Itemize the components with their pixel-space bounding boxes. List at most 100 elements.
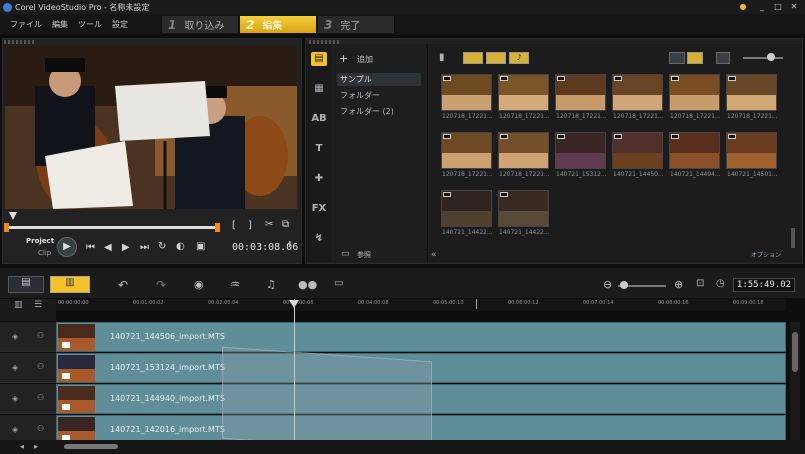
timecode-spinner[interactable]: ⬍: [287, 240, 293, 248]
graphics-icon[interactable]: ✚: [311, 172, 327, 186]
menu-tools[interactable]: ツール: [78, 19, 102, 30]
media-thumbnail[interactable]: [612, 132, 663, 169]
fit-project-icon[interactable]: ⊡: [696, 278, 704, 289]
record-icon[interactable]: ◉: [194, 278, 204, 291]
track-visibility-icon[interactable]: ◈: [12, 425, 22, 435]
browse-icon[interactable]: ▭: [341, 249, 350, 259]
maximize-button[interactable]: □: [773, 2, 783, 12]
filter-photo-icon[interactable]: [486, 52, 506, 64]
track-mute-icon[interactable]: ⚇: [37, 424, 47, 434]
library-scrollbar[interactable]: [791, 228, 795, 248]
media-thumbnail[interactable]: [441, 74, 492, 111]
folder-open-icon[interactable]: ▮: [439, 52, 445, 63]
track-visibility-icon[interactable]: ◈: [12, 394, 22, 404]
media-icon[interactable]: ▤: [311, 52, 327, 66]
track-mute-icon[interactable]: ⚇: [37, 331, 47, 341]
list-view-icon[interactable]: [669, 52, 685, 64]
media-thumbnail[interactable]: [726, 132, 777, 169]
media-thumbnail[interactable]: [669, 132, 720, 169]
media-thumbnail[interactable]: [612, 74, 663, 111]
filter-video-icon[interactable]: [463, 52, 483, 64]
media-thumbnail[interactable]: [441, 190, 492, 227]
close-button[interactable]: ✕: [789, 2, 799, 12]
media-thumbnail[interactable]: [498, 132, 549, 169]
step-edit[interactable]: 2 編集: [240, 16, 317, 33]
zoom-in-icon[interactable]: ⊕: [674, 278, 683, 291]
add-folder-icon[interactable]: +: [339, 52, 348, 65]
volume-icon[interactable]: ◐: [176, 241, 185, 252]
clip-mode[interactable]: Clip: [38, 249, 51, 257]
thumbnail-view-icon[interactable]: [687, 52, 703, 64]
folder-1[interactable]: フォルダー: [337, 89, 421, 102]
panel-grip[interactable]: [4, 40, 34, 44]
step-share[interactable]: 3 完了: [318, 16, 395, 33]
options-label[interactable]: オプション: [751, 250, 781, 259]
thumbnail-size-slider[interactable]: [743, 57, 783, 59]
title-icon[interactable]: T: [311, 142, 327, 156]
minimize-button[interactable]: _: [757, 2, 767, 12]
sound-mixer-icon[interactable]: ♒: [230, 278, 240, 291]
storyboard-view-icon[interactable]: ▤: [8, 276, 44, 293]
redo-icon[interactable]: ↷: [156, 278, 166, 292]
instant-project-icon[interactable]: ▦: [311, 82, 327, 96]
add-folder-label[interactable]: 追加: [357, 54, 373, 65]
menu-settings[interactable]: 設定: [112, 19, 128, 30]
step-capture[interactable]: 1 取り込み: [162, 16, 239, 33]
media-thumbnail[interactable]: [555, 132, 606, 169]
media-thumbnail[interactable]: [498, 74, 549, 111]
next-frame-icon[interactable]: ▶: [122, 242, 130, 253]
collapse-arrow-icon[interactable]: «: [431, 250, 437, 260]
media-thumbnail[interactable]: [726, 74, 777, 111]
sort-icon[interactable]: [716, 52, 730, 64]
zoom-handle[interactable]: [620, 281, 628, 289]
project-mode[interactable]: Project: [26, 237, 54, 245]
mark-out-button[interactable]: ]: [248, 220, 252, 231]
menu-file[interactable]: ファイル: [10, 19, 42, 30]
trim-end-handle[interactable]: [215, 223, 220, 232]
timeline-view-icon[interactable]: ▥: [50, 276, 90, 293]
thumbnail-size-handle[interactable]: [767, 53, 775, 61]
motion-tracking-icon[interactable]: ●●: [298, 278, 317, 291]
hd-preview-icon[interactable]: ▣: [196, 241, 205, 252]
media-thumbnail[interactable]: [669, 74, 720, 111]
mark-in-button[interactable]: [: [232, 220, 236, 231]
track-mute-icon[interactable]: ⚇: [37, 362, 47, 372]
previous-frame-icon[interactable]: ◀: [104, 242, 112, 253]
timeline-playhead[interactable]: [294, 299, 295, 444]
trim-bar[interactable]: [5, 226, 219, 229]
trim-start-handle[interactable]: [4, 223, 9, 232]
filter-audio-icon[interactable]: ♪: [509, 52, 529, 64]
filter-icon[interactable]: FX: [311, 202, 327, 216]
path-icon[interactable]: ↯: [311, 232, 327, 246]
subtitle-editor-icon[interactable]: ▭: [334, 278, 343, 289]
help-icon[interactable]: ●: [738, 2, 748, 12]
timeline-clip[interactable]: 140721_144506_import.MTS: [56, 322, 786, 352]
auto-music-icon[interactable]: ♫: [266, 278, 276, 291]
timeline-horizontal-scrollbar[interactable]: ◂ ▸: [0, 440, 805, 454]
scissors-icon[interactable]: ✂: [265, 219, 273, 230]
scroll-left-icon[interactable]: ◂: [20, 442, 24, 451]
enlarge-icon[interactable]: ⧉: [282, 219, 289, 230]
play-button[interactable]: ▶: [57, 237, 77, 257]
folder-2[interactable]: フォルダー (2): [337, 105, 421, 118]
timeline-ruler[interactable]: 00:00:00:00 00:01:00:02 00:02:00:04 00:03:0…: [56, 299, 786, 311]
menu-edit[interactable]: 編集: [52, 19, 68, 30]
vertical-scroll-thumb[interactable]: [792, 332, 798, 372]
track-visibility-icon[interactable]: ◈: [12, 363, 22, 373]
scroll-right-icon[interactable]: ▸: [34, 442, 38, 451]
folder-sample[interactable]: サンプル: [337, 73, 421, 86]
end-icon[interactable]: ⏭: [140, 242, 149, 253]
repeat-icon[interactable]: ↻: [158, 241, 166, 252]
browse-label[interactable]: 参照: [357, 250, 371, 260]
home-icon[interactable]: ⏮: [86, 242, 95, 253]
track-visibility-icon[interactable]: ◈: [12, 332, 22, 342]
media-thumbnail[interactable]: [498, 190, 549, 227]
track-mute-icon[interactable]: ⚇: [37, 393, 47, 403]
media-thumbnail[interactable]: [555, 74, 606, 111]
transition-icon[interactable]: AB: [311, 112, 327, 126]
undo-icon[interactable]: ↶: [118, 278, 128, 292]
zoom-out-icon[interactable]: ⊖: [603, 278, 612, 291]
track-manager-icon[interactable]: ▥: [14, 300, 23, 310]
chapter-point-icon[interactable]: ☰: [34, 300, 42, 310]
media-thumbnail[interactable]: [441, 132, 492, 169]
